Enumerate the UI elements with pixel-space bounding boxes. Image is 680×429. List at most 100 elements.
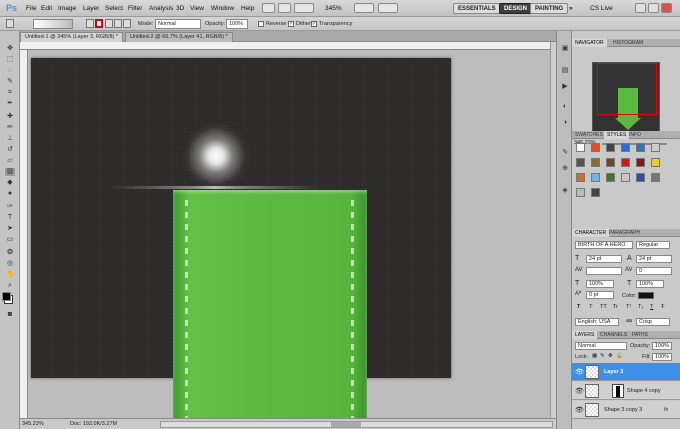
history-panel-icon[interactable]: ▤ (560, 67, 570, 75)
tab-info[interactable]: INFO (626, 131, 644, 139)
eye-icon[interactable]: 👁 (575, 368, 584, 376)
style-swatch[interactable] (651, 143, 660, 152)
horizontal-scroll-thumb[interactable] (331, 422, 361, 427)
adjustments-panel-icon[interactable]: ◐ (560, 103, 570, 111)
close-button[interactable] (661, 3, 672, 13)
gradient-picker[interactable] (33, 19, 73, 29)
menu-help[interactable]: Help (241, 5, 254, 12)
lock-all-icon[interactable]: 🔒 (616, 353, 623, 359)
style-swatch[interactable] (591, 173, 600, 182)
navigator-panel-icon[interactable]: ▣ (560, 45, 570, 53)
lock-transparent-icon[interactable]: ▦ (592, 353, 597, 359)
clone-source-panel-icon[interactable]: ⊕ (560, 165, 570, 173)
pen-tool-icon[interactable]: ✑ (5, 203, 15, 211)
zoom-level[interactable]: 345% (325, 5, 342, 12)
minimize-button[interactable] (635, 3, 646, 13)
more-workspaces-icon[interactable]: » (569, 5, 573, 12)
move-tool-icon[interactable]: ✥ (5, 45, 15, 53)
fx-icon[interactable]: fx (664, 407, 668, 413)
tab-navigator[interactable]: NAVIGATOR (572, 39, 607, 47)
lock-image-icon[interactable]: ✎ (600, 353, 605, 359)
tab-character[interactable]: CHARACTER (572, 229, 610, 237)
crop-tool-icon[interactable]: ⌗ (5, 89, 15, 97)
horizontal-scale-input[interactable]: 100% (636, 280, 664, 288)
menu-layer[interactable]: Layer (83, 5, 99, 12)
menu-window[interactable]: Window (211, 5, 234, 12)
baseline-shift-input[interactable]: 0 pt (586, 291, 614, 299)
menu-view[interactable]: View (190, 5, 204, 12)
transparency-checkbox[interactable]: ✓ (311, 21, 317, 27)
menu-filter[interactable]: Filter (128, 5, 142, 12)
style-swatch[interactable] (621, 143, 630, 152)
minibridge-button[interactable] (278, 3, 291, 13)
eyedropper-tool-icon[interactable]: ✒ (5, 100, 15, 108)
mode-select[interactable]: Normal (155, 19, 201, 29)
status-zoom[interactable]: 345.23% (22, 421, 44, 427)
layer-row[interactable]: 👁 Layer 3 (572, 363, 680, 381)
tab-paragraph[interactable]: PARAGRAPH (606, 229, 643, 237)
navigator-thumbnail[interactable] (592, 62, 660, 134)
hand-tool-icon[interactable]: ✋ (5, 271, 15, 279)
tab-channels[interactable]: CHANNELS (597, 331, 630, 339)
style-swatch[interactable] (651, 158, 660, 167)
diamond-gradient-button[interactable] (123, 19, 131, 28)
tab-histogram[interactable]: HISTOGRAM (610, 39, 646, 47)
faux-italic-button[interactable]: T (589, 304, 592, 310)
screen-mode-button[interactable] (378, 3, 398, 13)
tab-untitled-2[interactable]: Untitled-2 @ 66.7% (Layer 41, RGB/8) * (125, 32, 233, 42)
menu-analysis[interactable]: Analysis (149, 5, 173, 12)
menu-file[interactable]: File (26, 5, 36, 12)
layer-opacity-input[interactable]: 100% (652, 342, 672, 350)
layer-row[interactable]: 👁 Shape 4 copy (572, 382, 680, 400)
clone-stamp-tool-icon[interactable]: ⊥ (5, 135, 15, 143)
menu-edit[interactable]: Edit (41, 5, 52, 12)
layer-name[interactable]: Shape 4 copy (627, 388, 661, 394)
fill-input[interactable]: 100% (652, 353, 672, 361)
angle-gradient-button[interactable] (105, 19, 113, 28)
foreground-color-swatch[interactable] (2, 292, 11, 301)
font-family-select[interactable]: BIRTH OF A HERO (575, 241, 633, 249)
style-swatch[interactable] (636, 143, 645, 152)
marquee-tool-icon[interactable]: ⬚ (5, 56, 15, 64)
style-swatch[interactable] (606, 173, 615, 182)
faux-bold-button[interactable]: T (577, 304, 580, 310)
style-swatch[interactable] (606, 143, 615, 152)
menu-select[interactable]: Select (105, 5, 123, 12)
layer-name[interactable]: Shape 3 copy 3 (604, 407, 642, 413)
radial-gradient-button[interactable] (95, 19, 103, 28)
opacity-input[interactable]: 100% (226, 19, 248, 29)
tab-swatches[interactable]: SWATCHES (572, 131, 606, 139)
bridge-button[interactable] (262, 3, 275, 13)
brushes-panel-icon[interactable]: ✎ (560, 149, 570, 157)
font-style-select[interactable]: Regular (636, 241, 670, 249)
tab-paths[interactable]: PATHS (629, 331, 651, 339)
menu-image[interactable]: Image (58, 5, 76, 12)
brush-tool-icon[interactable]: ✏ (5, 124, 15, 132)
small-caps-button[interactable]: Tr (613, 304, 618, 310)
gradient-tool-icon[interactable]: ▥ (5, 168, 15, 176)
style-swatch[interactable] (621, 173, 630, 182)
zoom-tool-icon[interactable]: ⌕ (5, 282, 15, 290)
navigator-view-box[interactable] (597, 63, 657, 115)
lasso-tool-icon[interactable]: ◌ (5, 67, 15, 75)
tool-preset-picker[interactable] (6, 19, 14, 28)
style-none[interactable] (576, 143, 585, 152)
leading-input[interactable]: 24 pt (636, 255, 672, 263)
tab-untitled-1[interactable]: Untitled-1 @ 345% (Layer 3, RGB/8) * (20, 32, 124, 42)
cs-live-button[interactable]: CS Live (590, 5, 613, 12)
actions-panel-icon[interactable]: ▶ (560, 83, 570, 91)
vertical-scale-input[interactable]: 100% (586, 280, 614, 288)
style-swatch[interactable] (576, 188, 585, 197)
masks-panel-icon[interactable]: ◑ (560, 119, 570, 127)
quick-select-tool-icon[interactable]: ✎ (5, 78, 15, 86)
shape-tool-icon[interactable]: ▭ (5, 236, 15, 244)
underline-button[interactable]: T (650, 304, 653, 310)
style-swatch[interactable] (606, 158, 615, 167)
style-swatch[interactable] (621, 158, 630, 167)
dodge-tool-icon[interactable]: ● (5, 190, 15, 198)
menu-3d[interactable]: 3D (176, 5, 184, 12)
3d-rotate-tool-icon[interactable]: ❂ (5, 249, 15, 257)
type-tool-icon[interactable]: T (5, 214, 15, 222)
quick-mask-icon[interactable]: ◙ (5, 311, 15, 319)
extras-button[interactable] (294, 3, 314, 13)
